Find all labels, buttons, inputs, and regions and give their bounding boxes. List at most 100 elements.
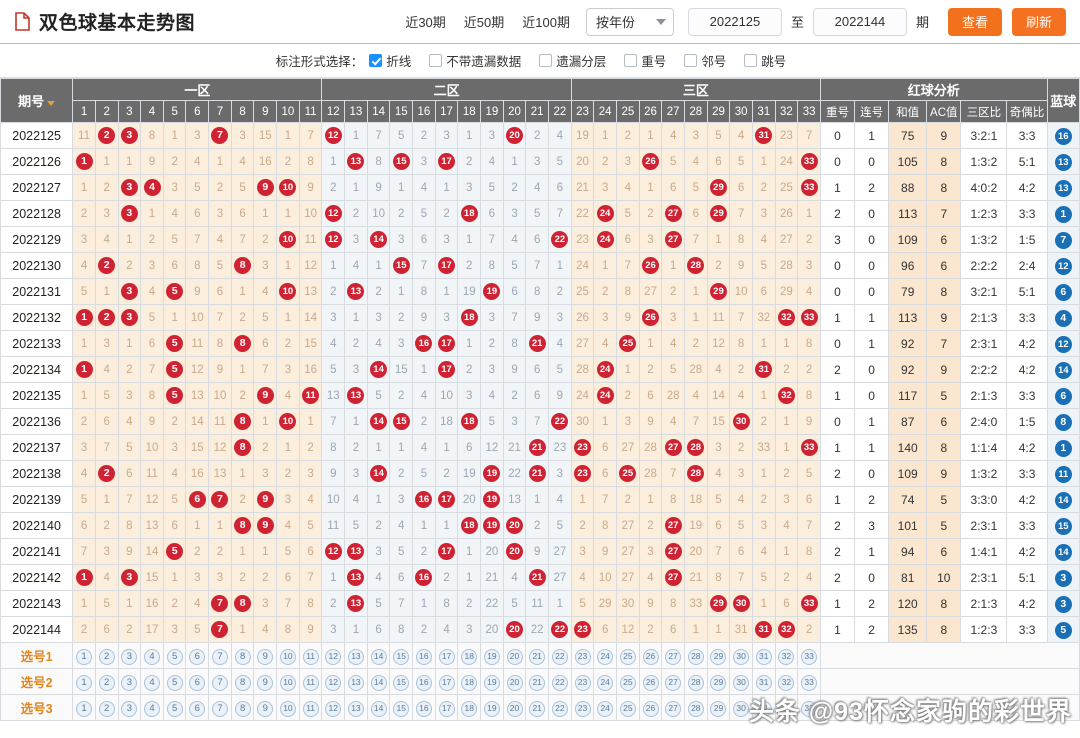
miss-cell-5[interactable]: 4: [162, 460, 187, 487]
miss-cell-3[interactable]: 1: [117, 226, 142, 253]
red-ball-cell-12[interactable]: 12: [321, 538, 346, 565]
miss-cell-3[interactable]: 3: [117, 382, 142, 409]
miss-cell-19[interactable]: 20: [480, 538, 504, 565]
miss-cell-17[interactable]: 1: [434, 278, 459, 305]
miss-cell-5[interactable]: 4: [162, 200, 187, 227]
miss-cell-25[interactable]: 3: [616, 148, 640, 175]
red-ball-cell-26[interactable]: 26: [638, 252, 663, 279]
red-ball-cell-29[interactable]: 29: [706, 174, 731, 201]
miss-cell-4[interactable]: 9: [140, 148, 164, 175]
miss-cell-29[interactable]: 5: [706, 122, 731, 149]
pick-cell-16[interactable]: 16: [412, 642, 436, 669]
miss-cell-15[interactable]: 8: [389, 616, 414, 643]
miss-cell-7[interactable]: 3: [208, 564, 232, 591]
pick-cell-14[interactable]: 14: [366, 642, 391, 669]
miss-cell-11[interactable]: 9: [298, 616, 323, 643]
miss-cell-30[interactable]: 5: [729, 148, 753, 175]
red-number-header-19[interactable]: 19: [480, 100, 504, 123]
pick-cell-5[interactable]: 5: [162, 642, 187, 669]
pick-cell-7[interactable]: 7: [208, 642, 232, 669]
red-number-header-32[interactable]: 32: [774, 100, 799, 123]
miss-cell-12[interactable]: 5: [321, 356, 346, 383]
miss-cell-28[interactable]: 4: [683, 148, 708, 175]
red-ball-cell-20[interactable]: 20: [502, 616, 527, 643]
red-number-header-6[interactable]: 6: [185, 100, 210, 123]
miss-cell-32[interactable]: 2: [774, 460, 799, 487]
miss-cell-1[interactable]: 3: [72, 434, 96, 461]
miss-cell-2[interactable]: 6: [94, 616, 119, 643]
miss-cell-24[interactable]: 8: [593, 512, 618, 539]
miss-cell-14[interactable]: 1: [366, 252, 391, 279]
pick-cell-13[interactable]: 13: [344, 642, 368, 669]
miss-cell-4[interactable]: 10: [140, 434, 164, 461]
pick-cell-8[interactable]: 8: [230, 694, 255, 721]
miss-cell-6[interactable]: 11: [185, 330, 210, 357]
pick-cell-16[interactable]: 16: [412, 668, 436, 695]
pick-cell-10[interactable]: 10: [276, 642, 300, 669]
miss-cell-18[interactable]: 1: [457, 538, 482, 565]
period-cell[interactable]: 2022132: [0, 304, 74, 331]
pick-cell-28[interactable]: 28: [683, 694, 708, 721]
red-ball-cell-19[interactable]: 19: [480, 460, 504, 487]
miss-cell-20[interactable]: 1: [502, 148, 527, 175]
miss-cell-31[interactable]: 3: [751, 512, 776, 539]
miss-cell-10[interactable]: 4: [276, 382, 300, 409]
pick-cell-25[interactable]: 25: [616, 668, 640, 695]
period-cell[interactable]: 2022128: [0, 200, 74, 227]
miss-cell-7[interactable]: 10: [208, 382, 232, 409]
red-ball-cell-15[interactable]: 15: [389, 408, 414, 435]
miss-cell-12[interactable]: 1: [321, 564, 346, 591]
pick-cell-33[interactable]: 33: [797, 694, 821, 721]
red-ball-cell-10[interactable]: 10: [276, 408, 300, 435]
miss-cell-27[interactable]: 3: [661, 304, 685, 331]
red-ball-cell-16[interactable]: 16: [412, 564, 436, 591]
pick-row[interactable]: 选号3 1 2 3 4 5 6 7 8 9 10 11 12 13 14 15 16 17 18 19 20 21 22 23…: [0, 694, 1080, 721]
miss-cell-27[interactable]: 7: [661, 460, 685, 487]
miss-cell-14[interactable]: 1: [366, 486, 391, 513]
miss-cell-22[interactable]: 27: [548, 564, 572, 591]
miss-cell-28[interactable]: 1: [683, 278, 708, 305]
pick-cell-21[interactable]: 21: [525, 668, 550, 695]
period-cell[interactable]: 2022144: [0, 616, 74, 643]
red-ball-cell-30[interactable]: 30: [729, 408, 753, 435]
miss-cell-23[interactable]: 26: [570, 304, 595, 331]
miss-cell-17[interactable]: 3: [434, 122, 459, 149]
miss-cell-11[interactable]: 12: [298, 252, 323, 279]
miss-cell-13[interactable]: 2: [344, 200, 368, 227]
miss-cell-13[interactable]: 2: [344, 434, 368, 461]
miss-cell-30[interactable]: 7: [729, 200, 753, 227]
miss-cell-11[interactable]: 8: [298, 148, 323, 175]
miss-cell-24[interactable]: 29: [593, 590, 618, 617]
miss-cell-2[interactable]: 2: [94, 512, 119, 539]
miss-cell-7[interactable]: 3: [208, 200, 232, 227]
miss-cell-5[interactable]: 5: [162, 226, 187, 253]
miss-cell-25[interactable]: 4: [616, 174, 640, 201]
pick-cell-2[interactable]: 2: [94, 668, 119, 695]
red-ball-cell-27[interactable]: 27: [661, 512, 685, 539]
miss-cell-27[interactable]: 2: [661, 278, 685, 305]
miss-cell-25[interactable]: 3: [616, 408, 640, 435]
miss-cell-6[interactable]: 3: [185, 122, 210, 149]
miss-cell-32[interactable]: 25: [774, 174, 799, 201]
blue-ball-cell[interactable]: 5: [1046, 616, 1080, 643]
pick-cell-24[interactable]: 24: [593, 694, 618, 721]
miss-cell-27[interactable]: 6: [661, 616, 685, 643]
miss-cell-33[interactable]: 9: [797, 408, 821, 435]
miss-cell-30[interactable]: 4: [729, 122, 753, 149]
miss-cell-19[interactable]: 3: [480, 122, 504, 149]
miss-cell-5[interactable]: 1: [162, 564, 187, 591]
miss-cell-10[interactable]: 8: [276, 616, 300, 643]
miss-cell-27[interactable]: 4: [661, 122, 685, 149]
miss-cell-11[interactable]: 8: [298, 590, 323, 617]
pick-cell-14[interactable]: 14: [366, 668, 391, 695]
miss-cell-5[interactable]: 6: [162, 252, 187, 279]
miss-cell-3[interactable]: 8: [117, 512, 142, 539]
table-row[interactable]: 2022135 1 5 3 8 5 13 10 2 9 4 11 13 13 5 2 4 10 3 4 2 6 9 24 24 2…: [0, 382, 1080, 409]
miss-cell-19[interactable]: 3: [480, 304, 504, 331]
miss-cell-4[interactable]: 11: [140, 460, 164, 487]
red-ball-cell-16[interactable]: 16: [412, 330, 436, 357]
miss-cell-16[interactable]: 1: [412, 590, 436, 617]
pick-cell-6[interactable]: 6: [185, 642, 210, 669]
pick-cell-15[interactable]: 15: [389, 642, 414, 669]
red-ball-cell-13[interactable]: 13: [344, 278, 368, 305]
